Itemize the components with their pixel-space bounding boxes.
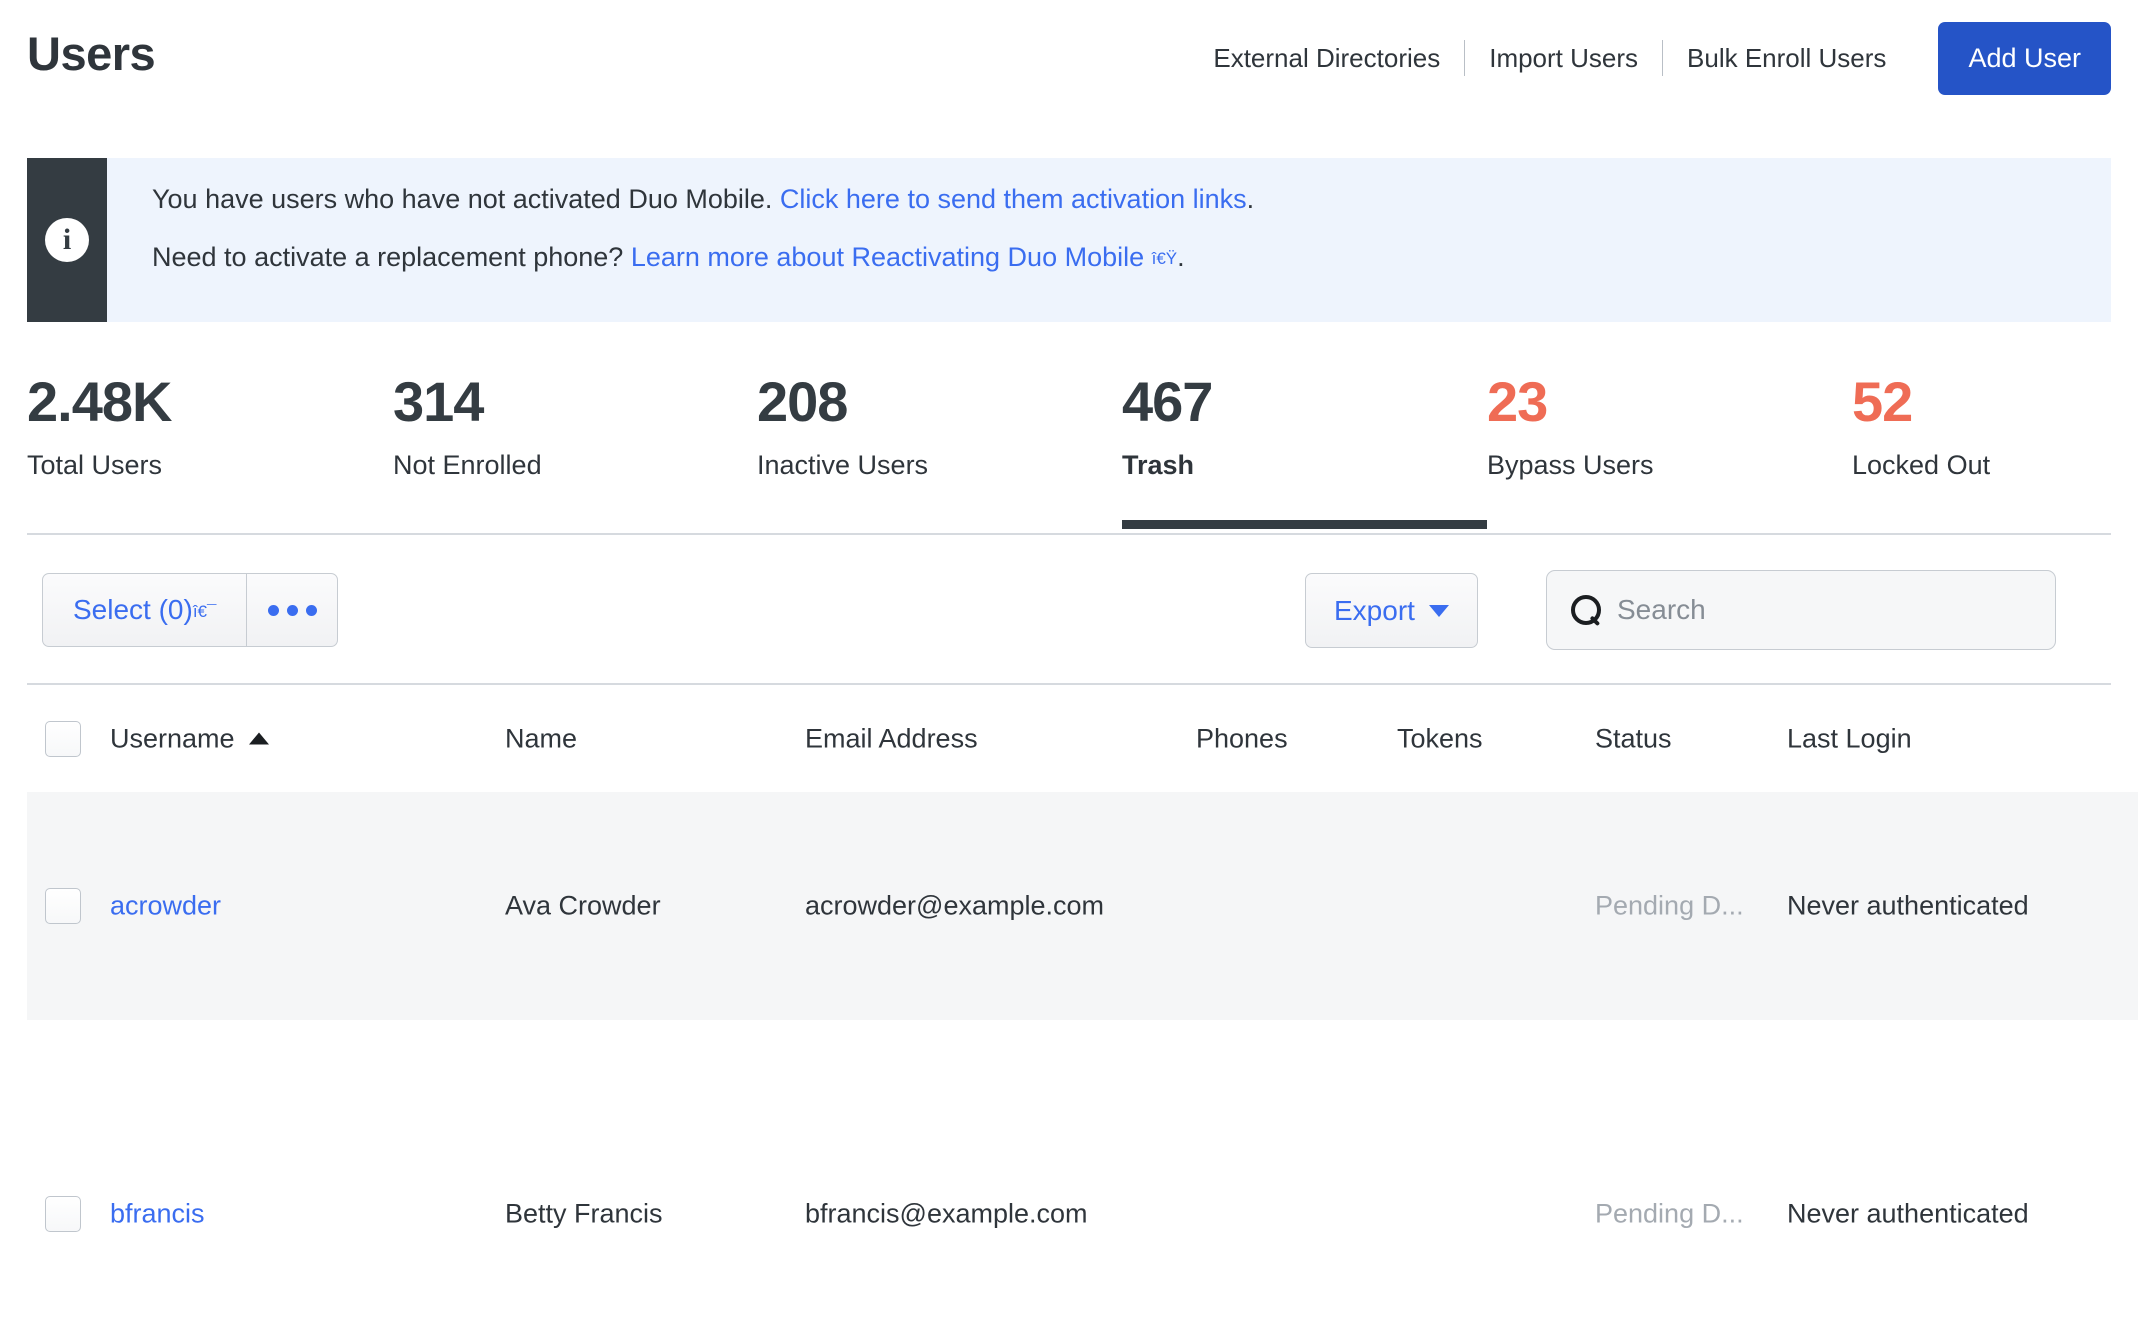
toolbar-top-divider [27,533,2111,535]
chevron-down-icon: î€¯ [193,602,217,621]
stat-label: Trash [1122,452,1212,479]
banner-line-2: Need to activate a replacement phone? Le… [152,244,2111,271]
cell-status: Pending D... [1595,893,1744,920]
stat-tab-trash[interactable]: 467 Trash [1122,374,1212,479]
reactivating-link-label: Learn more about Reactivating Duo Mobile [631,242,1152,272]
more-options-button[interactable] [247,574,337,646]
info-icon: i [45,218,89,262]
stat-tab-not-enrolled[interactable]: 314 Not Enrolled [393,374,542,479]
sort-ascending-icon [249,732,269,744]
stat-tab-locked-out[interactable]: 52 Locked Out [1852,374,1990,479]
cell-name: Ava Crowder [505,893,661,920]
column-header-username-label: Username [110,723,235,753]
stat-label: Not Enrolled [393,452,542,479]
ellipsis-icon [268,605,317,616]
active-tab-underline [1122,520,1487,529]
username-link[interactable]: bfrancis [110,1199,205,1229]
nav-bulk-enroll-users[interactable]: Bulk Enroll Users [1663,43,1910,74]
stat-value: 23 [1487,374,1654,430]
banner-line-1-text: You have users who have not activated Du… [152,184,780,214]
activation-links-link[interactable]: Click here to send them activation links [780,184,1247,214]
column-header-status[interactable]: Status [1595,725,1672,752]
banner-line-1-end: . [1247,184,1255,214]
column-header-email[interactable]: Email Address [805,725,978,752]
cell-username: acrowder [110,893,221,920]
export-button[interactable]: Export [1305,573,1478,648]
column-header-name[interactable]: Name [505,725,577,752]
page-header: Users External Directories Import Users … [0,0,2138,118]
header-nav: External Directories Import Users Bulk E… [1189,20,2111,96]
cell-email: bfrancis@example.com [805,1201,1088,1228]
export-button-label: Export [1334,574,1415,647]
users-table: Username Name Email Address Phones Token… [0,685,2138,1328]
add-user-button[interactable]: Add User [1938,22,2111,95]
search-icon [1571,595,1601,625]
stat-value: 208 [757,374,928,430]
cell-email: acrowder@example.com [805,893,1104,920]
cell-username: bfrancis [110,1201,205,1228]
info-banner: i You have users who have not activated … [27,158,2111,322]
row-left-margin [0,792,27,1020]
stat-value: 52 [1852,374,1990,430]
row-separator [0,1020,2138,1100]
table-row[interactable]: acrowder Ava Crowder acrowder@example.co… [0,792,2138,1020]
column-header-username[interactable]: Username [110,725,269,752]
reactivating-duo-mobile-link[interactable]: Learn more about Reactivating Duo Mobile… [631,242,1177,272]
stat-label: Total Users [27,452,171,479]
username-link[interactable]: acrowder [110,891,221,921]
cell-status: Pending D... [1595,1201,1744,1228]
banner-icon-column: i [27,158,107,322]
external-link-icon: î€Ÿ [1152,249,1178,268]
banner-line-2-end: . [1177,242,1185,272]
stat-label: Bypass Users [1487,452,1654,479]
column-header-tokens[interactable]: Tokens [1397,725,1483,752]
nav-external-directories[interactable]: External Directories [1189,43,1464,74]
table-row[interactable]: bfrancis Betty Francis bfrancis@example.… [0,1100,2138,1328]
row-checkbox[interactable] [45,1196,81,1232]
banner-line-2-text: Need to activate a replacement phone? [152,242,631,272]
column-header-last-login[interactable]: Last Login [1787,725,1912,752]
cell-last-login: Never authenticated [1787,1201,2029,1228]
select-all-checkbox[interactable] [45,721,81,757]
stat-label: Inactive Users [757,452,928,479]
stat-value: 467 [1122,374,1212,430]
chevron-down-icon [1429,605,1449,617]
search-input[interactable]: Search [1546,570,2056,650]
column-header-phones[interactable]: Phones [1196,725,1288,752]
select-button-label: Select (0) [73,594,193,625]
stat-tab-bypass-users[interactable]: 23 Bypass Users [1487,374,1654,479]
table-header-row: Username Name Email Address Phones Token… [0,685,2138,792]
stat-tab-inactive-users[interactable]: 208 Inactive Users [757,374,928,479]
select-button-group: Select (0)î€¯ [42,573,338,647]
stat-tab-total-users[interactable]: 2.48K Total Users [27,374,171,479]
stat-value: 2.48K [27,374,171,430]
table-toolbar: Select (0)î€¯ Export Search [0,560,2138,670]
select-button[interactable]: Select (0)î€¯ [43,574,247,646]
stat-value: 314 [393,374,542,430]
cell-name: Betty Francis [505,1201,663,1228]
banner-body: You have users who have not activated Du… [107,158,2111,322]
stats-tabs: 2.48K Total Users 314 Not Enrolled 208 I… [0,374,2138,534]
stat-label: Locked Out [1852,452,1990,479]
cell-last-login: Never authenticated [1787,893,2029,920]
row-checkbox[interactable] [45,888,81,924]
search-placeholder: Search [1617,596,1706,624]
page-title: Users [27,30,155,77]
banner-line-1: You have users who have not activated Du… [152,186,2111,213]
nav-import-users[interactable]: Import Users [1465,43,1662,74]
